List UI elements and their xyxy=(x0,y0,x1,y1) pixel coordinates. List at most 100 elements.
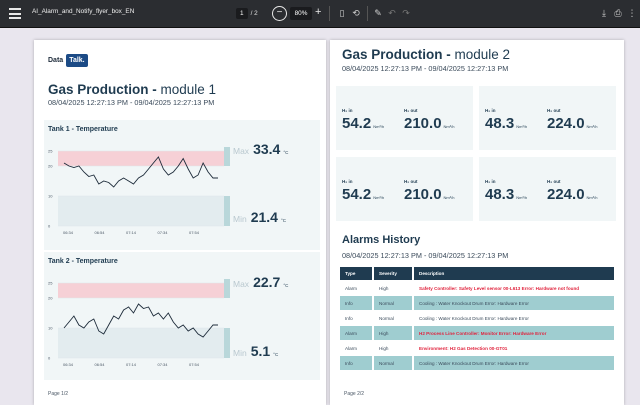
h2-out-label: H₂ out xyxy=(404,179,418,184)
h2-in: H₂ in 54.2 Nm³/h xyxy=(342,179,384,203)
page-footer: Page 1/2 xyxy=(48,391,69,397)
value-unit: Nm³/h xyxy=(586,124,598,129)
unit-label: °C xyxy=(273,352,279,357)
unit-label: °C xyxy=(280,218,287,223)
y-tick-label: 25 xyxy=(48,149,53,154)
x-tick-label: 07:54 xyxy=(189,362,200,367)
low-threshold-band xyxy=(58,328,224,358)
alarm-severity: High xyxy=(374,341,414,355)
h2-out: H₂ out 210.0 Nm³/h xyxy=(404,179,454,203)
alarms-table: Type Severity Description Alarm High Safet… xyxy=(340,266,616,371)
page-number-input[interactable]: 1 xyxy=(236,8,248,19)
min-stat: Min 5.1 °C xyxy=(233,343,278,359)
min-value: 5.1 xyxy=(250,343,271,359)
alarm-type: Info xyxy=(340,296,374,310)
table-row: Info Normal Cooling : Water Knockout Drum … xyxy=(340,311,616,325)
min-label: Min xyxy=(233,214,247,224)
h2-in-label: H₂ in xyxy=(485,108,496,113)
x-tick-label: 07:54 xyxy=(189,230,200,235)
download-icon[interactable]: ⤓ xyxy=(598,7,610,19)
x-tick-label: 07:34 xyxy=(157,362,168,367)
alarm-description: Cooling : Water Knockout Drum Error: Har… xyxy=(414,296,616,310)
value-unit: Nm³/h xyxy=(586,195,598,200)
alarm-severity: High xyxy=(374,326,414,340)
y-tick-label: 0 xyxy=(48,356,51,361)
h2-in-label: H₂ in xyxy=(485,179,496,184)
alarm-description: Safety Controller: Safety Level sensor 0… xyxy=(414,281,616,295)
x-tick-label: 07:14 xyxy=(126,230,137,235)
alarm-description: Cooling : Water Knockout Drum Error: Har… xyxy=(414,311,616,325)
value-number: 48.3 xyxy=(485,115,515,132)
rotate-icon[interactable]: ⟲ xyxy=(350,7,362,19)
logo-text: Data xyxy=(48,57,64,64)
h2-out: H₂ out 210.0 Nm³/h xyxy=(404,108,454,132)
value-number: 210.0 xyxy=(404,186,442,203)
title-bold: Gas Production - xyxy=(48,82,157,97)
undo-icon[interactable]: ↶ xyxy=(386,7,398,19)
print-icon[interactable]: ⎙ xyxy=(612,7,624,19)
table-row: Info Normal Cooling : Water Knockout Drum … xyxy=(340,296,616,310)
h2-out-value: 210.0 Nm³/h xyxy=(404,115,454,132)
redo-icon[interactable]: ↷ xyxy=(400,7,412,19)
h2-out-value: 224.0 Nm³/h xyxy=(547,186,597,203)
alarm-description: Environment: H2 Gas Detection 00-GT01 xyxy=(414,341,616,355)
y-tick-label: 0 xyxy=(48,224,51,229)
tank-2-panel: Tank 2 - Temperature 25 20 10 0 06:34 06:54 07… xyxy=(44,252,320,380)
y-tick-label: 25 xyxy=(48,281,53,286)
production-card: H₂ in 48.3 Nm³/h H₂ out 224.0 Nm³/h xyxy=(479,86,616,150)
y-tick-label: 20 xyxy=(48,164,53,169)
pdf-toolbar: AI_Alarm_and_Notify_flyer_box_EN 1 / 2 −… xyxy=(0,0,640,28)
tank-2-chart: 25 20 10 0 06:34 06:54 07:14 07:34 07:54 xyxy=(48,279,230,367)
alarm-type: Alarm xyxy=(340,326,374,340)
table-row: Alarm High H2 Process Line Controller: Mon… xyxy=(340,326,616,340)
tank-title: Tank 2 - Temperature xyxy=(48,258,118,265)
value-unit: Nm³/h xyxy=(373,195,385,200)
unit-label: °C xyxy=(283,283,289,288)
draw-icon[interactable]: ✎ xyxy=(372,7,384,19)
more-icon[interactable]: ⋮ xyxy=(626,7,638,19)
pdf-page-2: Gas Production - module 2 08/04/2025 12:… xyxy=(330,40,624,405)
h2-out-label: H₂ out xyxy=(547,108,561,113)
table-row: Info Normal Cooling : Water Knockout Drum … xyxy=(340,356,616,370)
alarm-severity: Normal xyxy=(374,311,414,325)
x-tick-label: 06:54 xyxy=(94,230,105,235)
title-bold: Gas Production - xyxy=(342,47,451,62)
zoom-in-button[interactable]: + xyxy=(315,6,321,18)
min-side-bar xyxy=(224,196,230,226)
production-card: H₂ in 48.3 Nm³/h H₂ out 224.0 Nm³/h xyxy=(479,157,616,221)
h2-in: H₂ in 48.3 Nm³/h xyxy=(485,108,527,132)
low-threshold-band xyxy=(58,196,224,226)
h2-out-value: 224.0 Nm³/h xyxy=(547,115,597,132)
fit-page-icon[interactable]: ▯ xyxy=(336,7,348,19)
value-unit: Nm³/h xyxy=(443,124,455,129)
value-number: 210.0 xyxy=(404,115,442,132)
alarm-severity: High xyxy=(374,281,414,295)
menu-icon[interactable] xyxy=(9,8,21,19)
toolbar-divider xyxy=(329,6,330,21)
value-unit: Nm³/h xyxy=(373,124,385,129)
x-tick-label: 07:34 xyxy=(157,230,168,235)
min-value: 21.4 xyxy=(250,209,278,225)
title-rest: module 2 xyxy=(450,47,511,62)
zoom-out-button[interactable]: − xyxy=(272,6,287,21)
alarm-type: Info xyxy=(340,311,374,325)
x-tick-label: 07:14 xyxy=(126,362,137,367)
max-stat: Max 33.4 °C xyxy=(233,141,288,157)
h2-out-label: H₂ out xyxy=(404,108,418,113)
value-number: 224.0 xyxy=(547,115,585,132)
col-severity: Severity xyxy=(374,267,414,280)
zoom-level-input[interactable]: 80% xyxy=(290,7,312,20)
h2-in-label: H₂ in xyxy=(342,179,353,184)
max-label: Max xyxy=(233,146,250,156)
h2-in-value: 48.3 Nm³/h xyxy=(485,115,527,132)
h2-in-value: 48.3 Nm³/h xyxy=(485,186,527,203)
page-title: Gas Production - module 2 xyxy=(342,47,510,62)
h2-in-value: 54.2 Nm³/h xyxy=(342,186,384,203)
toolbar-divider xyxy=(367,6,368,21)
alarms-title: Alarms History xyxy=(342,234,421,246)
alarm-severity: Normal xyxy=(374,296,414,310)
min-label: Min xyxy=(233,348,247,358)
max-value: 33.4 xyxy=(253,141,281,157)
table-header-row: Type Severity Description xyxy=(340,267,616,280)
alarm-type: Alarm xyxy=(340,281,374,295)
